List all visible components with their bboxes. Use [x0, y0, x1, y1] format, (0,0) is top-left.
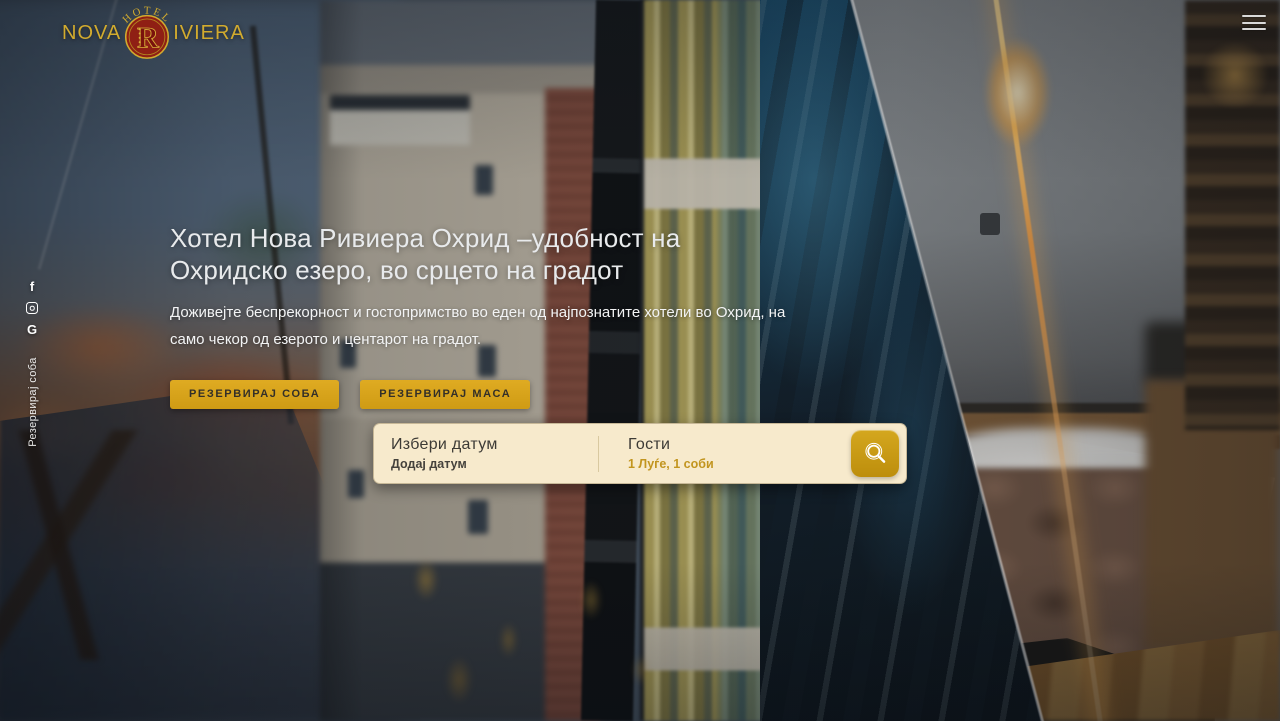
menu-button[interactable] — [1242, 15, 1268, 35]
social-rail: f G — [26, 280, 38, 336]
date-field[interactable]: Избери датум Додај датум — [391, 436, 598, 471]
logo-nova-text: NOVA — [62, 22, 121, 45]
cta-row: РЕЗЕРВИРАЈ СОБА РЕЗЕРВИРАЈ МАСА — [170, 380, 860, 409]
hotel-hero-page: NOVA HOTEL R IVIERA f — [0, 0, 1280, 721]
logo-badge: HOTEL R — [118, 4, 176, 62]
google-icon[interactable]: G — [27, 323, 37, 336]
reserve-room-button[interactable]: РЕЗЕРВИРАЈ СОБА — [170, 380, 339, 409]
page-content: NOVA HOTEL R IVIERA f — [0, 0, 1280, 721]
brand-logo[interactable]: NOVA HOTEL R IVIERA — [62, 4, 245, 62]
instagram-icon[interactable] — [26, 302, 38, 314]
search-button[interactable] — [851, 430, 899, 477]
hamburger-icon — [1242, 22, 1266, 24]
facebook-icon[interactable]: f — [30, 280, 34, 293]
date-value: Додај датум — [391, 457, 598, 471]
reserve-table-button[interactable]: РЕЗЕРВИРАЈ МАСА — [360, 380, 530, 409]
logo-riviera-text: IVIERA — [173, 22, 245, 45]
booking-bar: Избери датум Додај датум Гости 1 Луѓе, 1… — [373, 423, 907, 484]
guests-value: 1 Луѓе, 1 соби — [628, 457, 851, 471]
guests-field[interactable]: Гости 1 Луѓе, 1 соби — [599, 436, 851, 471]
vertical-reserve-room-link[interactable]: Резервирај соба — [27, 357, 39, 447]
search-icon — [862, 440, 889, 467]
hamburger-icon — [1242, 15, 1266, 17]
date-label: Избери датум — [391, 436, 598, 454]
hamburger-icon — [1242, 28, 1266, 30]
hero-description: Доживејте беспрекорност и гостопримство … — [170, 299, 822, 353]
guests-label: Гости — [628, 436, 851, 454]
page-title: Хотел Нова Ривиера Охрид –удобност на Ох… — [170, 222, 736, 286]
hero-section: Хотел Нова Ривиера Охрид –удобност на Ох… — [170, 222, 860, 409]
